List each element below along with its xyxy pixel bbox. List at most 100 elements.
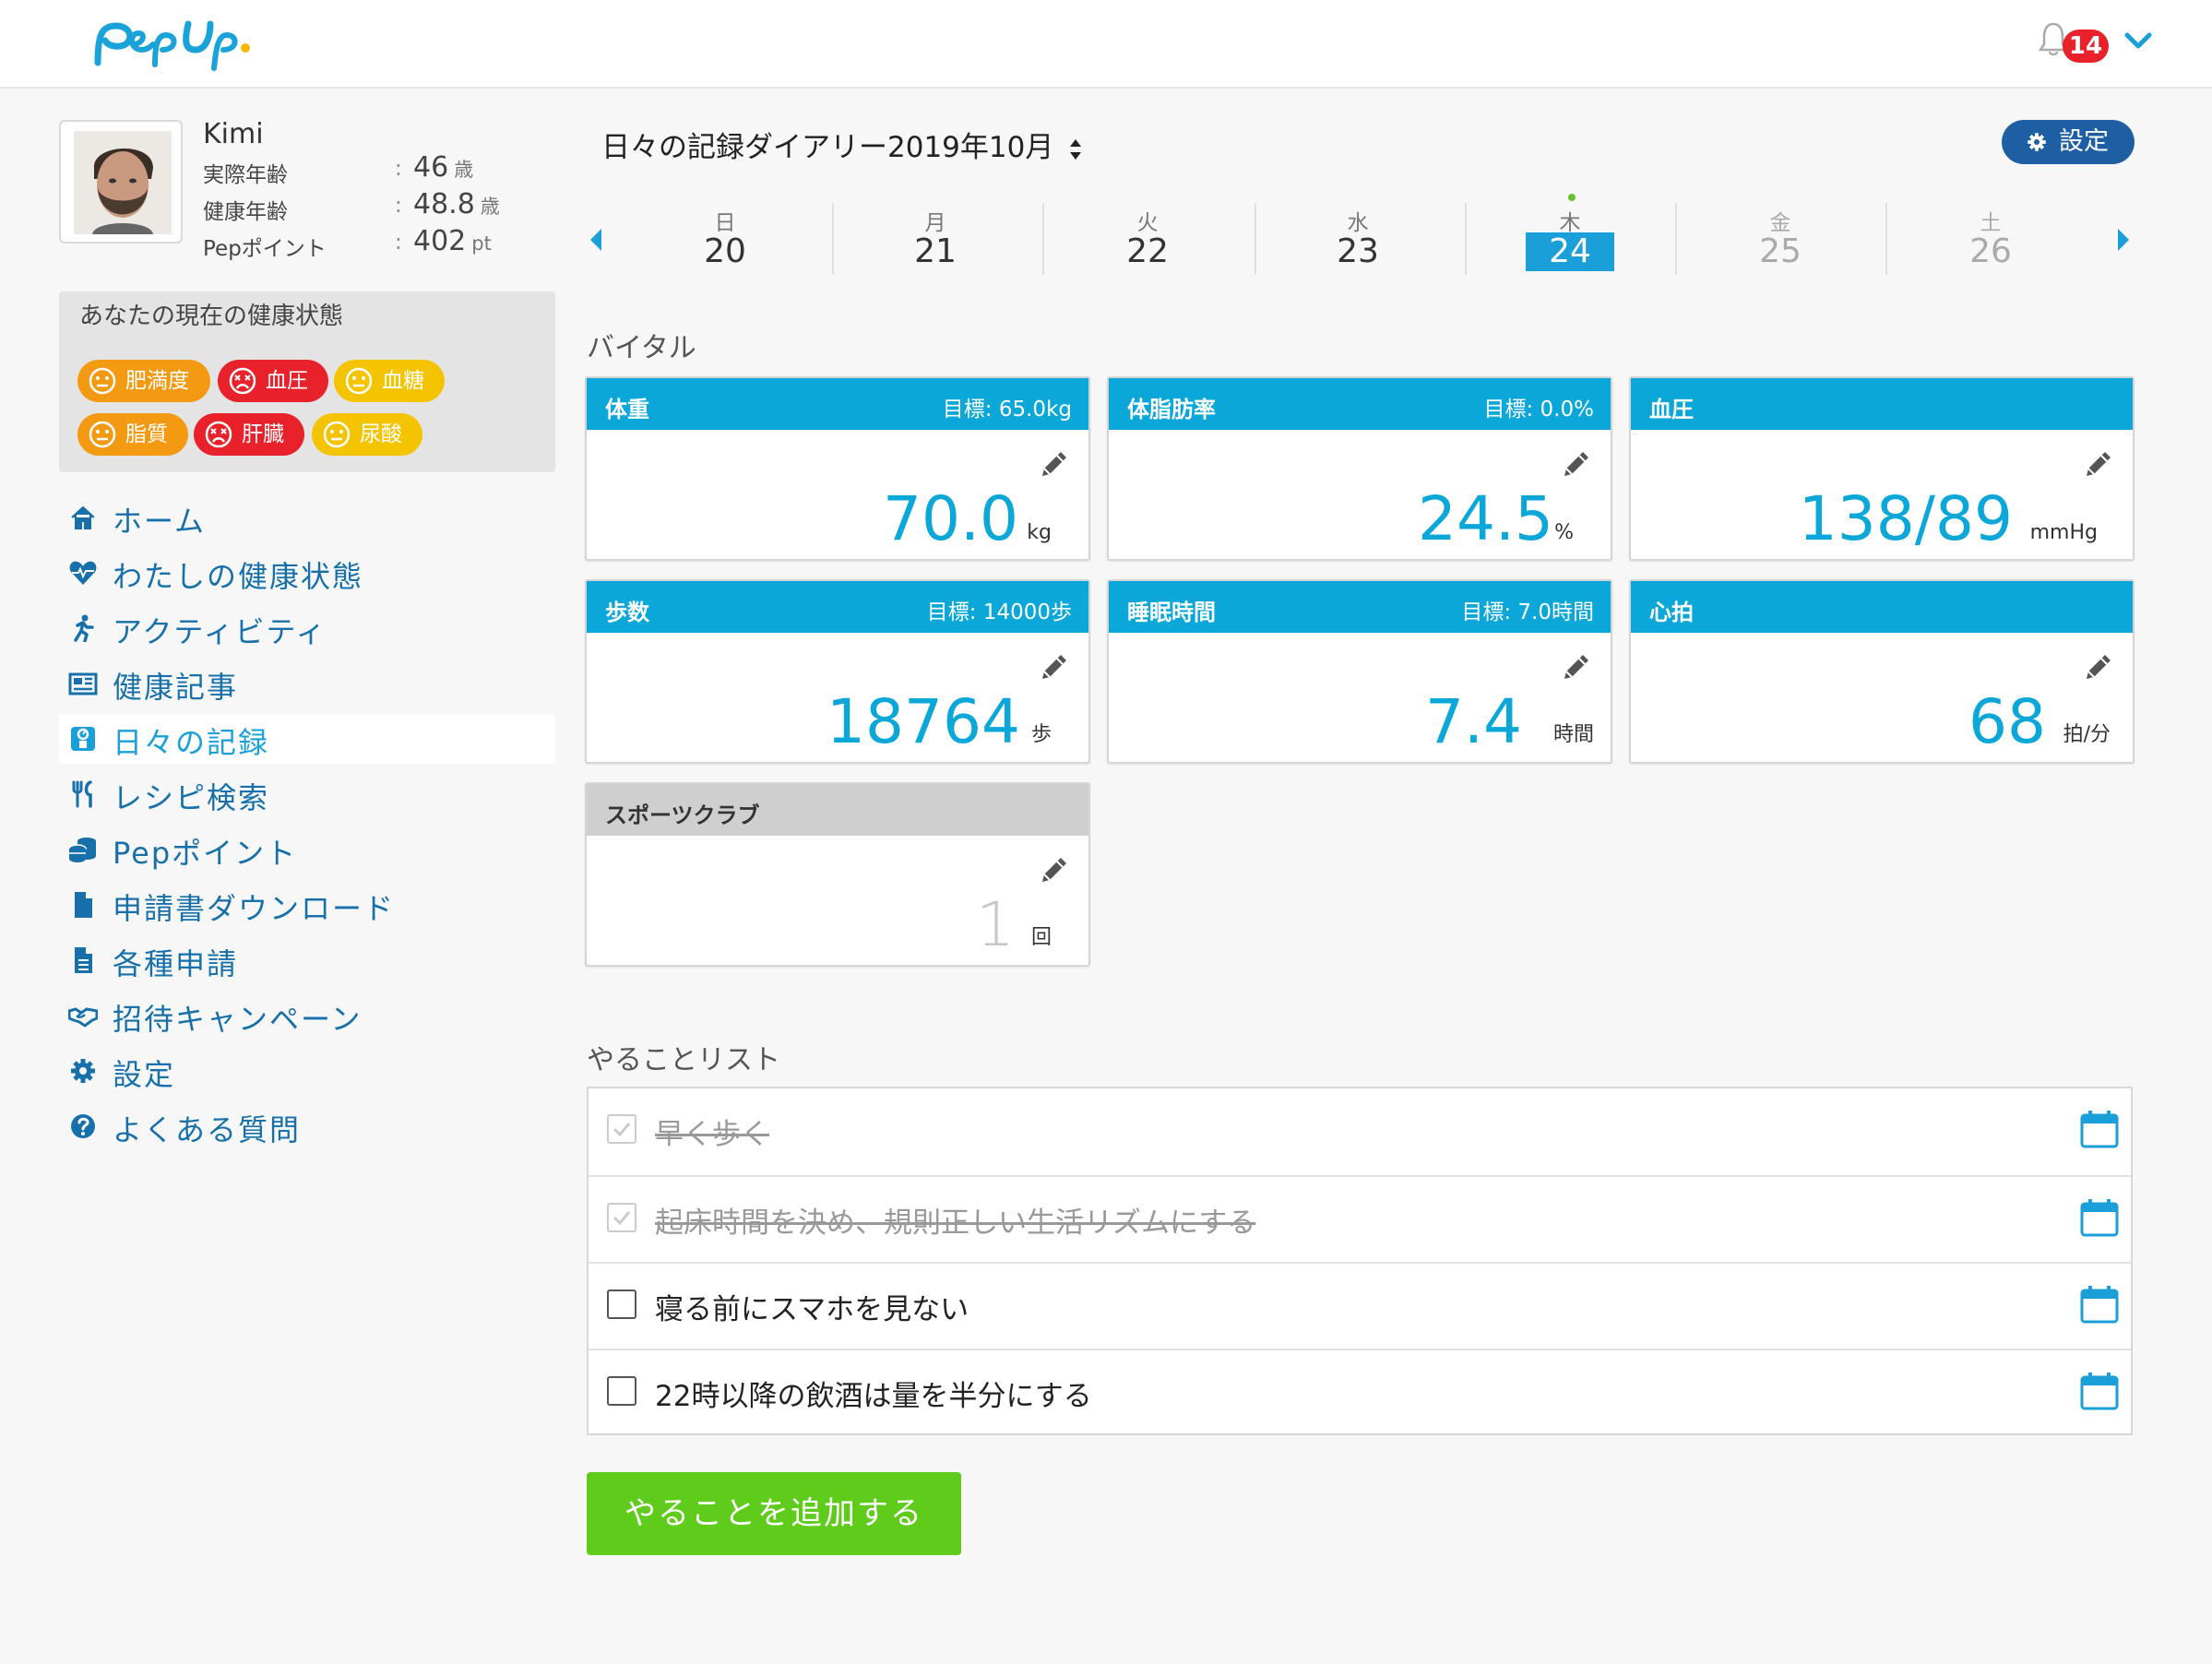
sidebar-item-settings[interactable]: 設定 <box>59 1046 555 1096</box>
pencil-icon[interactable] <box>1039 448 1070 480</box>
next-week-arrow-icon[interactable] <box>2114 227 2133 253</box>
sidebar-item-pep-points[interactable]: Pepポイント <box>59 825 555 874</box>
actual-age-value: 46 歳 <box>413 151 474 184</box>
diary-month-select[interactable]: 日々の記録ダイアリー2019年10月 <box>601 124 1083 165</box>
day-fri-25[interactable]: 金 25 <box>1675 201 1885 275</box>
newspaper-icon <box>68 672 98 695</box>
vital-card-blood-pressure[interactable]: 血圧 138/89 mmHg <box>1629 376 2135 561</box>
card-header: スポーツクラブ <box>587 784 1088 836</box>
avatar <box>74 131 172 234</box>
status-badge-blood-sugar[interactable]: 血糖 <box>334 360 445 402</box>
status-badge-uric-acid[interactable]: 尿酸 <box>312 413 422 456</box>
pencil-icon[interactable] <box>1561 448 1592 480</box>
vitals-section-title: バイタル <box>587 332 696 364</box>
utensils-icon <box>72 780 92 808</box>
sidebar-item-daily-records[interactable]: 日々の記録 <box>59 714 555 764</box>
health-status-title: あなたの現在の健康状態 <box>79 303 344 330</box>
todo-checkbox[interactable] <box>607 1290 636 1319</box>
vital-card-body-fat[interactable]: 体脂肪率 目標: 0.0% 24.5 % <box>1107 376 1612 561</box>
scale-icon <box>71 727 95 751</box>
sidebar-item-faq[interactable]: よくある質問 <box>59 1101 555 1151</box>
calendar-icon[interactable] <box>2079 1109 2120 1149</box>
notification-badge[interactable]: 14 <box>2063 30 2109 63</box>
handshake-icon <box>68 1007 98 1028</box>
status-badge-liver[interactable]: 肝臓 <box>194 413 304 456</box>
gear-icon <box>71 1059 95 1083</box>
todo-item: 起床時間を決め、規則正しい生活リズムにする <box>589 1175 2131 1264</box>
sidebar-item-recipe-search[interactable]: レシピ検索 <box>59 769 555 819</box>
file-text-icon <box>75 947 92 973</box>
pencil-icon[interactable] <box>1561 651 1592 683</box>
chevron-down-icon[interactable] <box>2122 28 2155 55</box>
vital-card-heart-rate[interactable]: 心拍 68 拍/分 <box>1629 579 2135 764</box>
todo-item: 早く歩く <box>589 1088 2131 1175</box>
pencil-icon[interactable] <box>1039 854 1070 885</box>
card-header: 体重 目標: 65.0kg <box>587 378 1088 430</box>
day-sat-26[interactable]: 土 26 <box>1885 201 2096 275</box>
top-bar: 14 <box>0 0 2212 89</box>
vital-card-steps[interactable]: 歩数 目標: 14000歩 18764 歩 <box>585 579 1090 764</box>
sidebar-item-invite-campaign[interactable]: 招待キャンペーン <box>59 991 555 1040</box>
check-icon <box>612 1123 631 1137</box>
todo-checkbox[interactable] <box>607 1376 636 1406</box>
todo-item: 22時以降の飲酒は量を半分にする <box>589 1349 2131 1437</box>
day-sun-20[interactable]: 日 20 <box>620 201 830 275</box>
diary-settings-button[interactable]: 設定 <box>2002 120 2135 164</box>
gear-icon <box>2028 133 2046 151</box>
day-tue-22[interactable]: 火 22 <box>1042 201 1253 275</box>
add-todo-button[interactable]: やることを追加する <box>587 1472 961 1555</box>
todo-list: 早く歩く 起床時間を決め、規則正しい生活リズムにする 寝る前にスマホを見ない 2… <box>587 1087 2133 1435</box>
pencil-icon[interactable] <box>2083 448 2114 480</box>
status-badge-lipid[interactable]: 脂質 <box>77 413 188 456</box>
pep-points-label: Pepポイント <box>203 237 327 261</box>
todo-checkbox[interactable] <box>607 1114 636 1144</box>
calendar-icon[interactable] <box>2079 1371 2120 1411</box>
running-icon <box>74 614 94 642</box>
day-mon-21[interactable]: 月 21 <box>830 201 1041 275</box>
neutral-face-icon <box>345 367 373 395</box>
neutral-face-icon <box>89 367 116 395</box>
vital-card-sleep-time[interactable]: 睡眠時間 目標: 7.0時間 7.4 時間 <box>1107 579 1612 764</box>
previous-week-arrow-icon[interactable] <box>587 227 605 253</box>
neutral-face-icon <box>323 421 351 448</box>
pencil-icon[interactable] <box>1039 651 1070 683</box>
sidebar-item-activity[interactable]: アクティビティ <box>59 603 555 653</box>
today-indicator-dot <box>1568 194 1576 201</box>
actual-age-label: 実際年齢 <box>203 163 288 187</box>
coins-icon <box>68 838 96 862</box>
heartbeat-icon <box>69 561 97 585</box>
card-header: 血圧 <box>1631 378 2133 430</box>
sort-updown-icon <box>1070 138 1082 160</box>
separator: : <box>395 231 402 255</box>
pencil-icon[interactable] <box>2083 651 2114 683</box>
calendar-icon[interactable] <box>2079 1197 2120 1238</box>
vital-card-sports-club[interactable]: スポーツクラブ 1 回 <box>585 782 1090 967</box>
file-icon <box>75 892 92 918</box>
sidebar-item-home[interactable]: ホーム <box>59 493 555 542</box>
todo-section-title: やることリスト <box>587 1044 780 1076</box>
dizzy-face-icon <box>229 367 256 395</box>
calendar-icon[interactable] <box>2079 1284 2120 1325</box>
status-badge-obesity[interactable]: 肥満度 <box>77 360 210 402</box>
pepup-logo[interactable] <box>89 7 282 81</box>
sidebar-item-health-articles[interactable]: 健康記事 <box>59 659 555 708</box>
check-icon <box>612 1211 631 1226</box>
profile-photo[interactable] <box>59 120 183 244</box>
vital-card-weight[interactable]: 体重 目標: 65.0kg 70.0 kg <box>585 376 1090 561</box>
status-badge-blood-pressure[interactable]: 血圧 <box>218 360 328 402</box>
sidebar-item-my-health[interactable]: わたしの健康状態 <box>59 548 555 598</box>
pep-points-value: 402 pt <box>413 225 492 257</box>
sidebar-item-applications[interactable]: 各種申請 <box>59 935 555 985</box>
sidebar-item-form-download[interactable]: 申請書ダウンロード <box>59 880 555 930</box>
card-header: 体脂肪率 目標: 0.0% <box>1109 378 1611 430</box>
day-thu-24-selected[interactable]: 木 24 <box>1465 201 1675 275</box>
health-age-label: 健康年齢 <box>203 200 288 224</box>
todo-checkbox[interactable] <box>607 1203 636 1232</box>
card-header: 睡眠時間 目標: 7.0時間 <box>1109 581 1611 633</box>
day-wed-23[interactable]: 水 23 <box>1253 201 1463 275</box>
dizzy-face-icon <box>205 421 232 448</box>
neutral-face-icon <box>89 421 116 448</box>
health-status-panel: あなたの現在の健康状態 肥満度 血圧 血糖 脂質 肝臓 尿酸 <box>59 291 555 472</box>
profile-name: Kimi <box>203 118 264 150</box>
home-icon <box>71 505 95 529</box>
